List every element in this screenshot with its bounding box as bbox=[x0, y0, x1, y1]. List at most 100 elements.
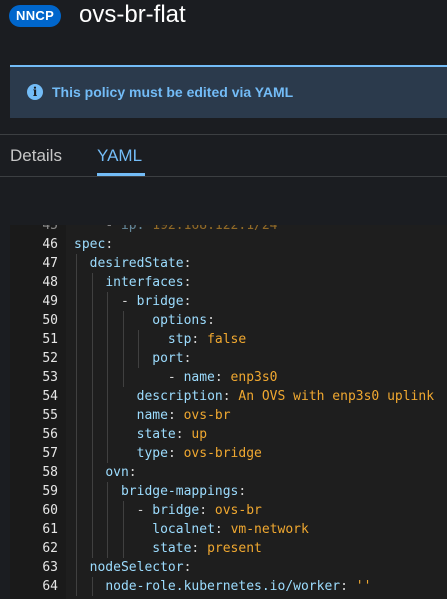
yaml-value: ovs-br bbox=[214, 503, 262, 518]
yaml-key: ovn bbox=[105, 465, 129, 480]
yaml-value: enp3s0 bbox=[230, 370, 278, 385]
code-text: ovn: bbox=[105, 465, 137, 480]
code-line: 61 localnet: vm-network bbox=[10, 520, 447, 539]
yaml-key: stp bbox=[167, 332, 192, 347]
code-text: node-role.kubernetes.io/worker: '' bbox=[105, 579, 372, 594]
yaml-value: false bbox=[207, 332, 247, 347]
code-line: 48 interfaces: bbox=[10, 273, 447, 292]
code-line: 50 options: bbox=[10, 311, 447, 330]
code-line: 64 node-role.kubernetes.io/worker: '' bbox=[10, 577, 447, 596]
code-line: 46 spec: bbox=[10, 235, 447, 254]
code-line: 60 - bridge: ovs-br bbox=[10, 501, 447, 520]
tabs-border bbox=[0, 176, 447, 177]
line-number: 55 bbox=[42, 408, 58, 423]
line-number: 52 bbox=[42, 351, 58, 366]
yaml-value: 192.168.122.1/24 bbox=[152, 225, 278, 233]
resource-kind-badge: NNCP bbox=[9, 5, 62, 27]
yaml-value: An OVS with enp3s0 uplink bbox=[238, 389, 435, 404]
page-header: NNCP ovs-br-flat bbox=[0, 0, 447, 46]
line-number: 45 bbox=[42, 225, 58, 233]
yaml-key: options bbox=[152, 313, 208, 328]
yaml-value: present bbox=[207, 541, 262, 556]
code-text: port: bbox=[152, 351, 192, 366]
line-number: 48 bbox=[42, 275, 58, 290]
code-text: - name: enp3s0 bbox=[167, 370, 278, 385]
yaml-key: spec bbox=[74, 237, 106, 252]
code-line: 62 state: present bbox=[10, 539, 447, 558]
yaml-key: ip: bbox=[120, 225, 153, 233]
code-text: state: present bbox=[152, 541, 262, 556]
yaml-value: ovs-br bbox=[183, 408, 231, 423]
yaml-key: localnet bbox=[152, 522, 215, 537]
code-text: - bridge: bbox=[120, 294, 192, 309]
yaml-key: bridge bbox=[152, 503, 200, 518]
code-line: 59 bridge-mappings: bbox=[10, 482, 447, 501]
line-number: 60 bbox=[42, 503, 58, 518]
code-text: options: bbox=[152, 313, 215, 328]
code-text: type: ovs-bridge bbox=[136, 446, 262, 461]
code-line: 45 - ip: 192.168.122.1/24 bbox=[10, 225, 447, 235]
line-number: 61 bbox=[42, 522, 58, 537]
line-number: 53 bbox=[42, 370, 58, 385]
yaml-key: nodeSelector bbox=[89, 560, 184, 575]
yaml-key: bridge-mappings bbox=[120, 484, 239, 499]
tab-yaml[interactable]: YAML bbox=[97, 145, 142, 167]
code-line: 52 port: bbox=[10, 349, 447, 368]
yaml-editor[interactable]: 45 - ip: 192.168.122.1/24 46 spec: 47 desir… bbox=[10, 225, 447, 599]
tab-bar: Details YAML bbox=[0, 135, 447, 177]
code-line: 51 stp: false bbox=[10, 330, 447, 349]
code-line: 57 type: ovs-bridge bbox=[10, 444, 447, 463]
line-number: 54 bbox=[42, 389, 58, 404]
line-number: 49 bbox=[42, 294, 58, 309]
yaml-key: port bbox=[152, 351, 184, 366]
yaml-key: interfaces bbox=[105, 275, 184, 290]
line-number: 64 bbox=[42, 579, 58, 594]
yaml-key: node-role.kubernetes.io/worker bbox=[105, 579, 341, 594]
yaml-value: up bbox=[191, 427, 208, 442]
code-text: state: up bbox=[136, 427, 208, 442]
code-text: spec: bbox=[74, 237, 114, 252]
line-number: 47 bbox=[42, 256, 58, 271]
code-text: bridge-mappings: bbox=[120, 484, 247, 499]
line-number: 58 bbox=[42, 465, 58, 480]
code-text: desiredState: bbox=[89, 256, 192, 271]
info-icon: i bbox=[27, 84, 43, 100]
code-line: 63 nodeSelector: bbox=[10, 558, 447, 577]
code-line: 56 state: up bbox=[10, 425, 447, 444]
code-line: 49 - bridge: bbox=[10, 292, 447, 311]
yaml-key: name bbox=[136, 408, 168, 423]
yaml-key: state bbox=[152, 541, 192, 556]
code-text: localnet: vm-network bbox=[152, 522, 309, 537]
yaml-value: '' bbox=[355, 579, 372, 594]
tab-details[interactable]: Details bbox=[10, 145, 62, 167]
yaml-key: state bbox=[136, 427, 176, 442]
code-line: 55 name: ovs-br bbox=[10, 406, 447, 425]
line-number: 56 bbox=[42, 427, 58, 442]
code-text: - ip: 192.168.122.1/24 bbox=[74, 225, 278, 235]
code-text: - bridge: ovs-br bbox=[136, 503, 262, 518]
yaml-value: vm-network bbox=[230, 522, 309, 537]
info-alert: i This policy must be edited via YAML bbox=[10, 65, 447, 118]
yaml-key: desiredState bbox=[89, 256, 184, 271]
line-number: 62 bbox=[42, 541, 58, 556]
yaml-key: name bbox=[183, 370, 215, 385]
yaml-value: ovs-bridge bbox=[183, 446, 262, 461]
yaml-key: bridge bbox=[136, 294, 184, 309]
line-number: 59 bbox=[42, 484, 58, 499]
code-text: description: An OVS with enp3s0 uplink bbox=[136, 389, 435, 404]
line-number: 63 bbox=[42, 560, 58, 575]
line-number: 50 bbox=[42, 313, 58, 328]
code-text: interfaces: bbox=[105, 275, 192, 290]
line-number: 57 bbox=[42, 446, 58, 461]
yaml-key: type bbox=[136, 446, 168, 461]
code-text: name: ovs-br bbox=[136, 408, 231, 423]
alert-message: This policy must be edited via YAML bbox=[52, 84, 294, 100]
code-line: 47 desiredState: bbox=[10, 254, 447, 273]
code-text: stp: false bbox=[167, 332, 247, 347]
code-line: 58 ovn: bbox=[10, 463, 447, 482]
line-number: 51 bbox=[42, 332, 58, 347]
code-line: 54 description: An OVS with enp3s0 uplin… bbox=[10, 387, 447, 406]
code-line: 53 - name: enp3s0 bbox=[10, 368, 447, 387]
page-title: ovs-br-flat bbox=[79, 1, 186, 28]
yaml-key: description bbox=[136, 389, 223, 404]
